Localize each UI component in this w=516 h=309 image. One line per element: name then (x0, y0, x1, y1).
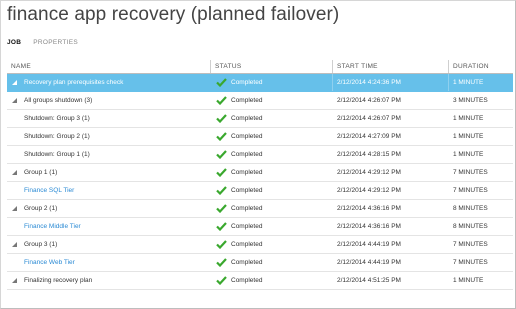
start-time: 2/12/2014 4:51:25 PM (337, 277, 401, 284)
step-name: Finalizing recovery plan (24, 277, 93, 284)
start-time: 2/12/2014 4:44:19 PM (337, 241, 401, 248)
step-name: Shutdown: Group 3 (1) (24, 115, 90, 122)
status-text: Completed (231, 151, 263, 158)
expand-arrow-icon[interactable] (12, 278, 17, 283)
status-text: Completed (231, 241, 263, 248)
start-time: 2/12/2014 4:26:07 PM (337, 115, 401, 122)
status-text: Completed (231, 277, 263, 284)
table-row[interactable]: All groups shutdown (3) Completed 2/12/2… (7, 92, 513, 110)
column-header-name[interactable]: NAME (7, 60, 211, 73)
status-text: Completed (231, 223, 263, 230)
duration: 3 MINUTES (453, 97, 488, 104)
duration: 8 MINUTES (453, 205, 488, 212)
table-row[interactable]: Shutdown: Group 3 (1) Completed 2/12/201… (7, 110, 513, 128)
table-row[interactable]: Shutdown: Group 1 (1) Completed 2/12/201… (7, 146, 513, 164)
duration: 1 MINUTE (453, 277, 484, 284)
checkmark-icon (216, 204, 227, 213)
start-time: 2/12/2014 4:26:07 PM (337, 97, 401, 104)
status-text: Completed (231, 259, 263, 266)
duration: 8 MINUTES (453, 223, 488, 230)
status-text: Completed (231, 187, 263, 194)
step-name: Recovery plan prerequisites check (24, 79, 124, 86)
start-time: 2/12/2014 4:36:16 PM (337, 223, 401, 230)
column-header-status[interactable]: STATUS (211, 60, 333, 73)
table-row[interactable]: Finance Web Tier Completed 2/12/2014 4:4… (7, 254, 513, 272)
expand-arrow-icon[interactable] (12, 98, 17, 103)
expand-arrow-icon[interactable] (12, 80, 17, 85)
table-row[interactable]: Group 1 (1) Completed 2/12/2014 4:29:12 … (7, 164, 513, 182)
table-header: NAME STATUS START TIME DURATION (7, 60, 513, 74)
duration: 7 MINUTES (453, 241, 488, 248)
tab-properties[interactable]: PROPERTIES (33, 39, 78, 49)
status-text: Completed (231, 169, 263, 176)
start-time: 2/12/2014 4:36:16 PM (337, 205, 401, 212)
expand-arrow-icon[interactable] (12, 170, 17, 175)
start-time: 2/12/2014 4:29:12 PM (337, 187, 401, 194)
checkmark-icon (216, 258, 227, 267)
table-row[interactable]: Group 2 (1) Completed 2/12/2014 4:36:16 … (7, 200, 513, 218)
start-time: 2/12/2014 4:28:15 PM (337, 151, 401, 158)
table-row[interactable]: Finalizing recovery plan Completed 2/12/… (7, 272, 513, 290)
job-steps-table: NAME STATUS START TIME DURATION Recovery… (7, 60, 513, 290)
checkmark-icon (216, 240, 227, 249)
start-time: 2/12/2014 4:27:09 PM (337, 133, 401, 140)
job-details-panel: finance app recovery (planned failover) … (0, 0, 516, 309)
table-row[interactable]: Recovery plan prerequisites check Comple… (7, 74, 513, 92)
checkmark-icon (216, 222, 227, 231)
start-time: 2/12/2014 4:29:12 PM (337, 169, 401, 176)
expand-arrow-icon[interactable] (12, 242, 17, 247)
tab-job[interactable]: JOB (7, 39, 21, 49)
step-name: Shutdown: Group 1 (1) (24, 151, 90, 158)
duration: 1 MINUTE (453, 115, 484, 122)
status-text: Completed (231, 115, 263, 122)
checkmark-icon (216, 186, 227, 195)
checkmark-icon (216, 276, 227, 285)
vm-link[interactable]: Finance SQL Tier (24, 187, 74, 194)
duration: 7 MINUTES (453, 259, 488, 266)
status-text: Completed (231, 133, 263, 140)
step-name: Group 3 (1) (24, 241, 58, 248)
checkmark-icon (216, 132, 227, 141)
checkmark-icon (216, 150, 227, 159)
status-text: Completed (231, 79, 263, 86)
step-name: Group 2 (1) (24, 205, 58, 212)
page-title: finance app recovery (planned failover) (7, 4, 340, 25)
vm-link[interactable]: Finance Web Tier (24, 259, 75, 266)
status-text: Completed (231, 97, 263, 104)
step-name: Group 1 (1) (24, 169, 58, 176)
vm-link[interactable]: Finance Middle Tier (24, 223, 81, 230)
tab-bar: JOB PROPERTIES (7, 39, 90, 49)
table-row[interactable]: Finance SQL Tier Completed 2/12/2014 4:2… (7, 182, 513, 200)
checkmark-icon (216, 114, 227, 123)
duration: 1 MINUTE (453, 151, 484, 158)
step-name: Shutdown: Group 2 (1) (24, 133, 90, 140)
checkmark-icon (216, 96, 227, 105)
duration: 1 MINUTE (453, 79, 484, 86)
duration: 7 MINUTES (453, 187, 488, 194)
column-header-start-time[interactable]: START TIME (333, 60, 449, 73)
expand-arrow-icon[interactable] (12, 206, 17, 211)
column-header-duration[interactable]: DURATION (449, 60, 513, 73)
checkmark-icon (216, 168, 227, 177)
table-row[interactable]: Shutdown: Group 2 (1) Completed 2/12/201… (7, 128, 513, 146)
start-time: 2/12/2014 4:24:36 PM (333, 74, 449, 91)
duration: 7 MINUTES (453, 169, 488, 176)
table-row[interactable]: Finance Middle Tier Completed 2/12/2014 … (7, 218, 513, 236)
status-text: Completed (231, 205, 263, 212)
start-time: 2/12/2014 4:44:19 PM (337, 259, 401, 266)
table-row[interactable]: Group 3 (1) Completed 2/12/2014 4:44:19 … (7, 236, 513, 254)
checkmark-icon (216, 78, 227, 87)
step-name: All groups shutdown (3) (24, 97, 93, 104)
duration: 1 MINUTE (453, 133, 484, 140)
